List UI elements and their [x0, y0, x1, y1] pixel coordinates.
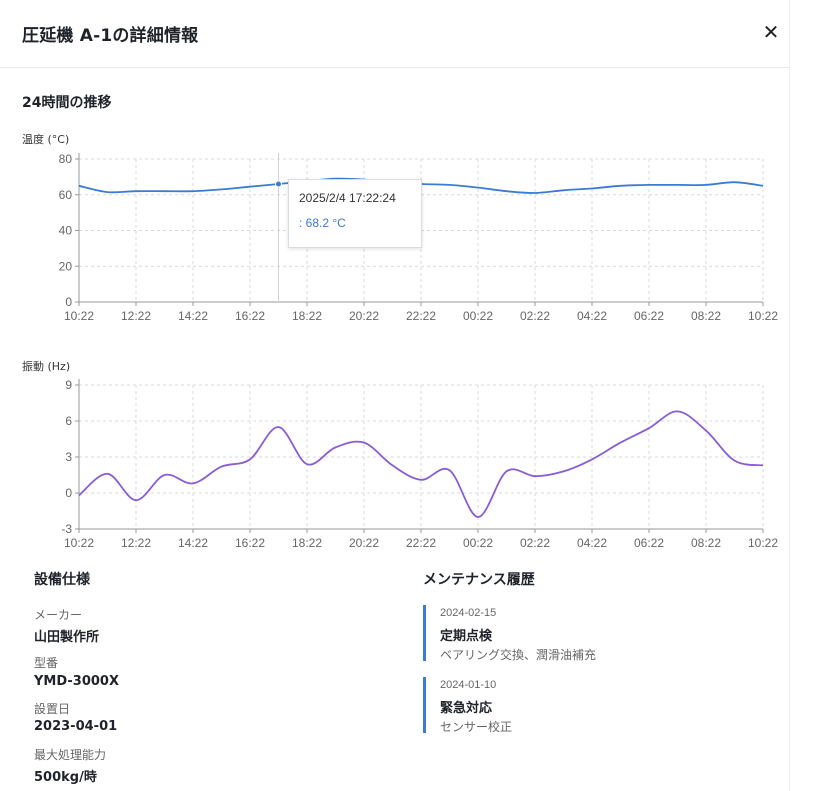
maintenance-desc: センサー校正 — [440, 720, 513, 734]
vib-x-tick: 00:22 — [463, 536, 493, 550]
temp-x-tick: 18:22 — [292, 309, 322, 323]
vib-y-tick: 0 — [65, 486, 72, 500]
spec-value-maker: 山田製作所 — [34, 630, 100, 645]
temp-y-tick: 20 — [59, 259, 73, 273]
vib-x-tick: 10:22 — [748, 536, 778, 550]
temp-x-tick: 16:22 — [235, 309, 265, 323]
spec-label-install-date: 設置日 — [34, 702, 71, 716]
vib-y-tick: -3 — [61, 522, 72, 536]
vib-y-tick: 3 — [65, 450, 72, 464]
temp-x-tick: 06:22 — [634, 309, 664, 323]
maintenance-title: メンテナンス履歴 — [423, 572, 535, 588]
spec-label-maker: メーカー — [34, 608, 83, 622]
temp-x-tick: 00:22 — [463, 309, 493, 323]
maintenance-date: 2024-01-10 — [440, 679, 497, 691]
vibration-chart-label: 振動 (Hz) — [22, 360, 71, 373]
chart-tooltip: 2025/2/4 17:22:24 : 68.2 °C — [288, 179, 422, 248]
tooltip-time: 2025/2/4 17:22:24 — [299, 191, 396, 205]
vib-y-tick: 6 — [65, 414, 72, 428]
vib-x-tick: 04:22 — [577, 536, 607, 550]
vib-x-tick: 22:22 — [406, 536, 436, 550]
maintenance-type: 定期点検 — [440, 629, 493, 644]
temp-x-tick: 10:22 — [64, 309, 94, 323]
close-icon[interactable]: ✕ — [758, 18, 784, 46]
spec-label-model: 型番 — [34, 656, 59, 670]
temp-x-tick: 02:22 — [520, 309, 550, 323]
maintenance-date: 2024-02-15 — [440, 607, 497, 619]
vib-x-tick: 06:22 — [634, 536, 664, 550]
tooltip-value: : 68.2 °C — [299, 216, 346, 230]
temp-x-tick: 08:22 — [691, 309, 721, 323]
vib-y-tick: 9 — [65, 378, 72, 392]
specs-title: 設備仕様 — [34, 572, 90, 588]
spec-value-install-date: 2023-04-01 — [34, 719, 118, 734]
temp-y-tick: 40 — [59, 224, 73, 238]
temp-x-tick: 04:22 — [577, 309, 607, 323]
temp-y-tick: 0 — [65, 295, 72, 309]
temp-x-tick: 22:22 — [406, 309, 436, 323]
vib-x-tick: 18:22 — [292, 536, 322, 550]
modal-title: 圧延機 A-1の詳細情報 — [22, 26, 199, 46]
temp-active-point — [275, 180, 282, 188]
temp-x-tick: 14:22 — [178, 309, 208, 323]
modal-header: 圧延機 A-1の詳細情報 ✕ — [0, 0, 790, 68]
modal-edge — [789, 0, 790, 791]
maintenance-item: 2024-02-15 定期点検 ベアリング交換、潤滑油補充 — [423, 605, 756, 662]
temp-x-tick: 20:22 — [349, 309, 379, 323]
vib-x-tick: 02:22 — [520, 536, 550, 550]
temp-y-tick: 60 — [59, 188, 73, 202]
vib-x-tick: 20:22 — [349, 536, 379, 550]
trend-section-title: 24時間の推移 — [22, 95, 112, 111]
maintenance-item: 2024-01-10 緊急対応 センサー校正 — [423, 677, 756, 734]
detail-modal: 圧延機 A-1の詳細情報 ✕ 24時間の推移 温度 (°C) 0 20 40 60 80… — [0, 0, 790, 791]
spec-value-model: YMD-3000X — [34, 674, 119, 689]
maintenance-type: 緊急対応 — [440, 701, 493, 716]
spec-value-capacity: 500kg/時 — [34, 770, 97, 785]
temp-x-tick: 10:22 — [748, 309, 778, 323]
maintenance-desc: ベアリング交換、潤滑油補充 — [440, 648, 597, 662]
temp-x-tick: 12:22 — [121, 309, 151, 323]
vib-x-tick: 12:22 — [121, 536, 151, 550]
temperature-chart-label: 温度 (°C) — [22, 133, 70, 146]
vib-x-tick: 16:22 — [235, 536, 265, 550]
temp-y-tick: 80 — [59, 152, 73, 166]
vib-x-tick: 08:22 — [691, 536, 721, 550]
vib-x-tick: 14:22 — [178, 536, 208, 550]
spec-label-capacity: 最大処理能力 — [34, 748, 107, 762]
vib-x-tick: 10:22 — [64, 536, 94, 550]
vibration-chart: -3 0 3 6 9 10:22 12:22 14:22 16:22 18:22 20:22 22:2… — [61, 378, 778, 550]
